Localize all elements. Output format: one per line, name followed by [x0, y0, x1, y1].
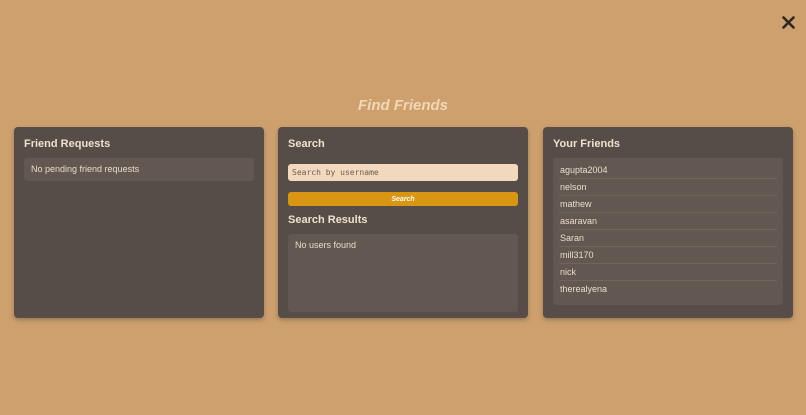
search-results-title: Search Results: [288, 214, 368, 226]
close-icon: [781, 15, 795, 29]
friend-list-item[interactable]: Saran: [559, 230, 777, 247]
friend-list-item[interactable]: mathew: [559, 196, 777, 213]
search-title: Search: [288, 138, 325, 150]
friend-list-item[interactable]: nick: [559, 264, 777, 281]
friend-list-item[interactable]: asaravan: [559, 213, 777, 230]
friend-list-item[interactable]: nelson: [559, 179, 777, 196]
friend-requests-panel: Friend Requests No pending friend reques…: [14, 127, 264, 318]
close-button[interactable]: [776, 10, 800, 34]
friends-panel: Your Friends agupta2004 nelson mathew as…: [543, 127, 793, 318]
search-panel: Search Search Search Results No users fo…: [278, 127, 528, 318]
friends-list: agupta2004 nelson mathew asaravan Saran …: [553, 158, 783, 305]
search-button[interactable]: Search: [288, 192, 518, 206]
friend-list-item[interactable]: mill3170: [559, 247, 777, 264]
friend-requests-title: Friend Requests: [24, 138, 111, 150]
friend-list-item[interactable]: agupta2004: [559, 162, 777, 179]
search-results-empty-message: No users found: [295, 240, 357, 250]
search-input[interactable]: [288, 164, 518, 181]
friend-list-item[interactable]: therealyena: [559, 281, 777, 298]
friend-requests-empty-message: No pending friend requests: [24, 158, 254, 181]
page-title: Find Friends: [358, 97, 448, 114]
search-results-box: No users found: [288, 234, 518, 312]
friends-title: Your Friends: [553, 138, 621, 150]
